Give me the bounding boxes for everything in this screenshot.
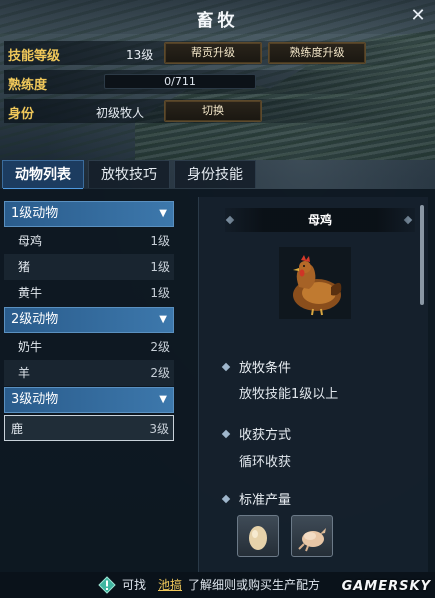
list-item[interactable]: 猪 1级 [4, 254, 174, 280]
detail-scrollbar[interactable] [420, 205, 424, 305]
animal-detail-panel: 母鸡 放牧条件 放牧技能1级以上 收获方式 循环收获 标准产量 [198, 197, 428, 572]
npc-link[interactable]: 池搞 [158, 572, 182, 598]
detail-animal-name: 母鸡 [225, 208, 415, 232]
tab-bar: 动物列表 放牧技巧 身份技能 [0, 160, 435, 190]
list-item[interactable]: 黄牛 1级 [4, 280, 174, 306]
footer-hint-bar: 可找 池搞 了解细则或购买生产配方 GAMERSKY [0, 572, 435, 598]
chicken-meat-icon[interactable] [291, 515, 333, 557]
harvest-text: 循环收获 [239, 455, 292, 470]
egg-icon[interactable] [237, 515, 279, 557]
animal-name: 猪 [18, 260, 31, 274]
animal-level: 2级 [150, 366, 170, 380]
identity-row: 身份 初级牧人 切换 [4, 99, 424, 123]
group-header-label: 2级动物 [11, 312, 59, 327]
proficiency-progress-bar: 0/711 [104, 74, 256, 89]
tab-animal-list[interactable]: 动物列表 [2, 160, 84, 190]
list-item[interactable]: 母鸡 1级 [4, 228, 174, 254]
group-header-level1[interactable]: 1级动物 ▼ [4, 201, 174, 227]
animal-name: 奶牛 [18, 340, 43, 354]
identity-label: 身份 [8, 107, 35, 122]
tab-herding-skills[interactable]: 放牧技巧 [88, 160, 170, 188]
animal-name: 母鸡 [18, 234, 43, 248]
animal-level: 2级 [150, 340, 170, 354]
proficiency-progress-text: 0/711 [164, 75, 196, 88]
animal-level: 1级 [150, 286, 170, 300]
info-hint-icon [98, 576, 116, 594]
group-header-label: 3级动物 [11, 392, 59, 407]
identity-value: 初级牧人 [96, 106, 145, 120]
diamond-bullet-icon [221, 362, 231, 372]
skill-level-label: 技能等级 [8, 49, 61, 64]
animal-level: 1级 [150, 234, 170, 248]
footer-text-post: 了解细则或购买生产配方 [188, 578, 321, 592]
hen-portrait-icon [279, 247, 351, 319]
yield-title: 标准产量 [239, 493, 292, 508]
animal-level: 3级 [149, 422, 169, 436]
title-bar: 畜牧 ✕ [0, 0, 435, 34]
chevron-down-icon: ▼ [159, 208, 167, 219]
group-header-level2[interactable]: 2级动物 ▼ [4, 307, 174, 333]
animal-name: 鹿 [11, 422, 24, 436]
harvest-title: 收获方式 [239, 428, 292, 443]
husbandry-window: 畜牧 ✕ 技能等级 13级 帮贡升级 熟练度升级 熟练度 0/711 身份 初级… [0, 0, 435, 598]
list-item[interactable]: 羊 2级 [4, 360, 174, 386]
list-item[interactable]: 奶牛 2级 [4, 334, 174, 360]
diamond-bullet-icon [221, 494, 231, 504]
proficiency-upgrade-button[interactable]: 熟练度升级 [268, 42, 366, 64]
list-item-selected[interactable]: 鹿 3级 [4, 415, 174, 441]
help-upgrade-button[interactable]: 帮贡升级 [164, 42, 262, 64]
group-header-label: 1级动物 [11, 206, 59, 221]
animal-name: 黄牛 [18, 286, 43, 300]
proficiency-label: 熟练度 [8, 78, 48, 93]
animal-level: 1级 [150, 260, 170, 274]
skill-level-row: 技能等级 13级 帮贡升级 熟练度升级 [4, 41, 424, 65]
skill-level-value: 13级 [126, 48, 154, 62]
condition-text: 放牧技能1级以上 [239, 387, 339, 402]
tab-content: 1级动物 ▼ 母鸡 1级 猪 1级 黄牛 1级 2级动物 ▼ 奶牛 2级 羊 2… [0, 189, 435, 572]
close-icon[interactable]: ✕ [409, 7, 427, 26]
condition-title: 放牧条件 [239, 361, 292, 376]
diamond-bullet-icon [221, 429, 231, 439]
chevron-down-icon: ▼ [159, 394, 167, 405]
footer-text-pre: 可找 [122, 578, 147, 592]
chevron-down-icon: ▼ [159, 314, 167, 325]
group-header-level3[interactable]: 3级动物 ▼ [4, 387, 174, 413]
proficiency-row: 熟练度 0/711 [4, 70, 424, 94]
tab-identity-skills[interactable]: 身份技能 [174, 160, 256, 188]
switch-identity-button[interactable]: 切换 [164, 100, 262, 122]
watermark-logo: GAMERSKY [341, 579, 431, 594]
animal-name: 羊 [18, 366, 31, 380]
animal-list: 1级动物 ▼ 母鸡 1级 猪 1级 黄牛 1级 2级动物 ▼ 奶牛 2级 羊 2… [4, 201, 174, 572]
window-title: 畜牧 [196, 11, 239, 31]
